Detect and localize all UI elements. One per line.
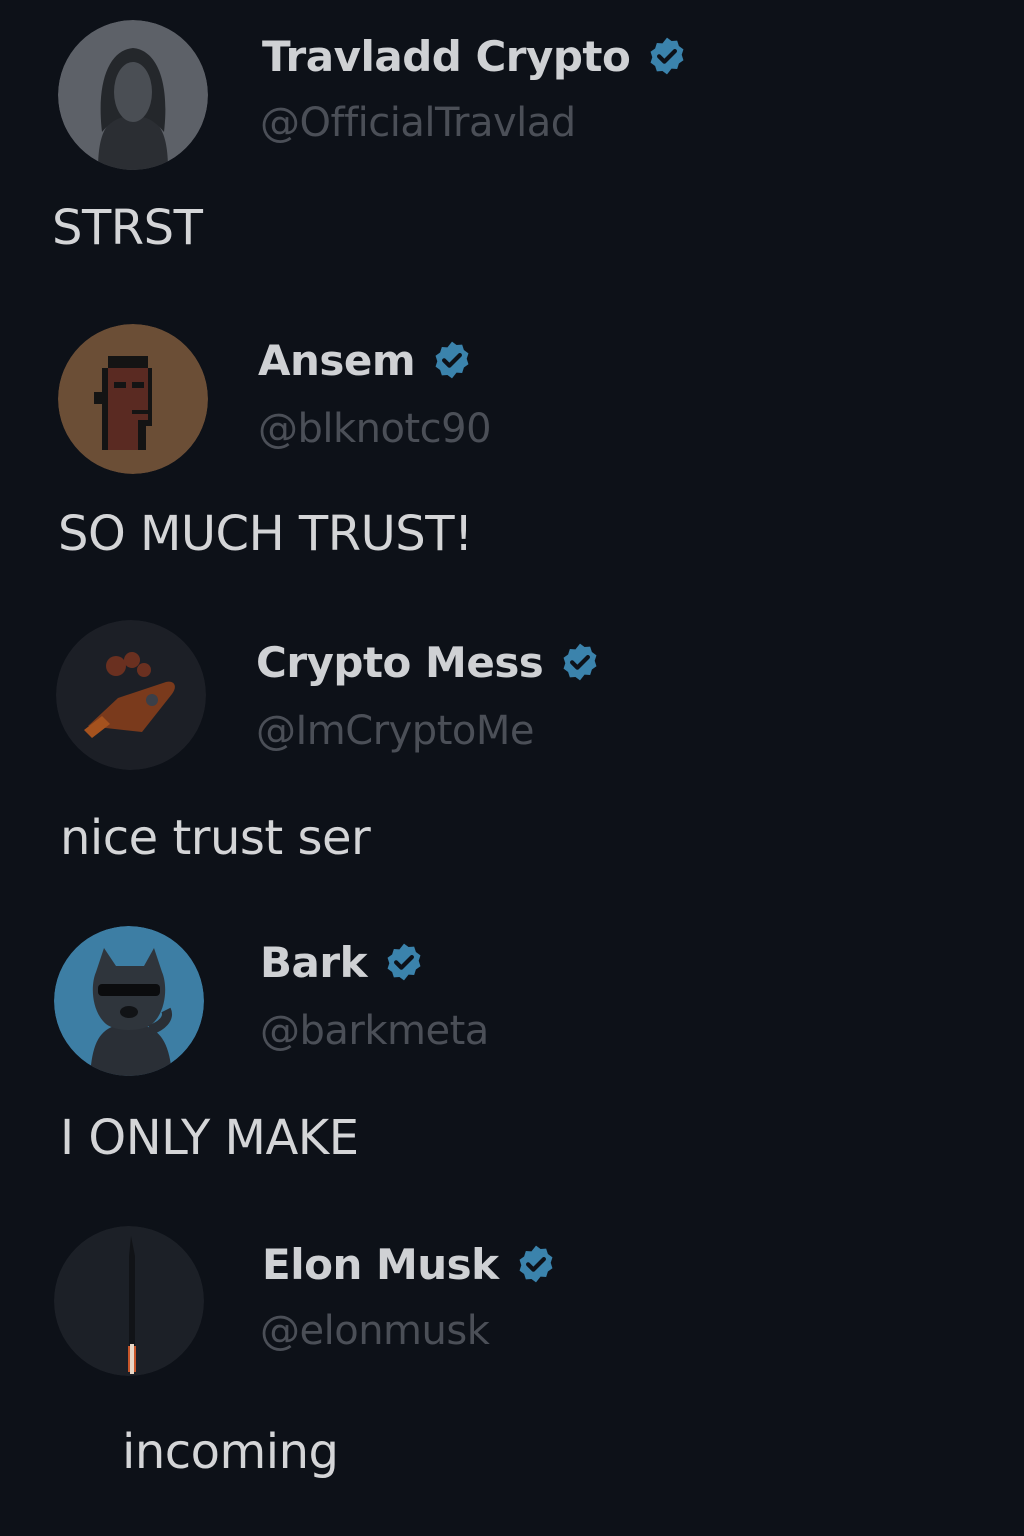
sunglasses-dog-avatar[interactable] [54,926,204,1076]
verified-badge-icon [515,1243,557,1285]
post-message: STRST [52,200,203,256]
handle[interactable]: @ImCryptoMe [256,708,534,754]
post-message: SO MUCH TRUST! [58,506,473,562]
verified-badge-icon [383,941,425,983]
hooded-figure-avatar[interactable] [58,20,208,170]
verified-badge-icon [646,35,688,77]
post-message: nice trust ser [60,810,371,866]
name-row: Travladd Crypto [262,26,688,86]
display-name[interactable]: Elon Musk [262,1240,499,1289]
display-name[interactable]: Crypto Mess [256,638,544,687]
display-name[interactable]: Travladd Crypto [262,32,631,81]
post-message: I ONLY MAKE [60,1110,359,1166]
display-name[interactable]: Bark [260,938,368,987]
pixel-punk-avatar[interactable] [58,324,208,474]
name-row: Crypto Mess [256,632,601,692]
name-row: Bark [260,932,425,992]
name-row: Elon Musk [262,1234,557,1294]
handle[interactable]: @blknotc90 [258,406,492,452]
display-name[interactable]: Ansem [258,336,416,385]
handle[interactable]: @OfficialTravlad [260,100,576,146]
rocket-launch-avatar[interactable] [54,1226,204,1376]
post-message: incoming [122,1424,339,1480]
verified-badge-icon [431,339,473,381]
handle[interactable]: @elonmusk [260,1308,490,1354]
rocket-avatar[interactable] [56,620,206,770]
name-row: Ansem [258,330,473,390]
handle[interactable]: @barkmeta [260,1008,489,1054]
verified-badge-icon [559,641,601,683]
